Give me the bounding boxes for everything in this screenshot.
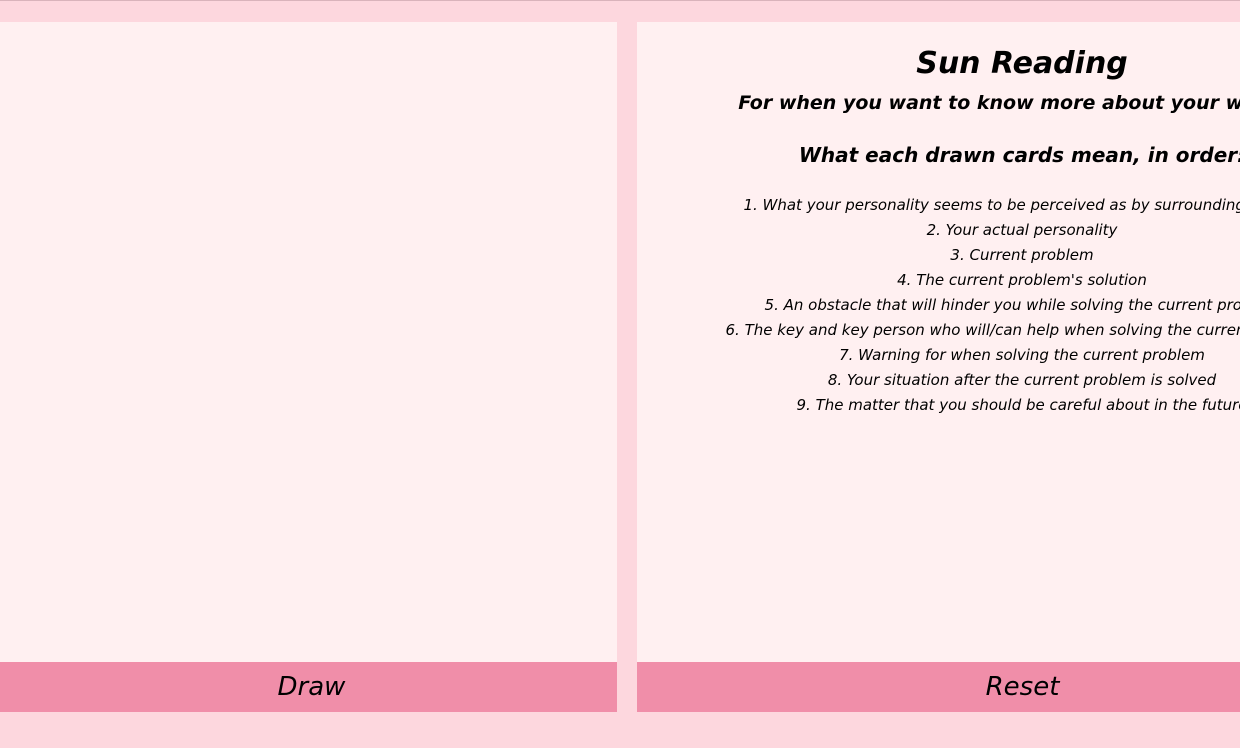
card-meaning-heading: What each drawn cards mean, in order: [798,143,1240,167]
card-meaning-item: 1. What your personality seems to be per… [743,196,1240,214]
reset-button[interactable]: Reset [637,662,1240,712]
card-meaning-item: 9. The matter that you should be careful… [796,396,1240,414]
card-meaning-item: 5. An obstacle that will hinder you whil… [764,296,1240,314]
card-meaning-item: 3. Current problem [950,246,1094,264]
page-title: Sun Reading [916,46,1128,81]
card-meaning-item: 7. Warning for when solving the current … [839,346,1205,364]
card-draw-area [0,22,617,662]
reset-button-label: Reset [985,672,1060,702]
draw-button-label: Draw [277,672,346,702]
card-meaning-list: 1. What your personality seems to be per… [637,193,1240,418]
card-meaning-item: 2. Your actual personality [926,221,1118,239]
card-meaning-item: 4. The current problem's solution [897,271,1147,289]
card-meaning-item: 6. The key and key person who will/can h… [725,321,1240,339]
draw-button[interactable]: Draw [0,662,617,712]
reading-info-panel: Sun Reading For when you want to know mo… [637,22,1240,662]
card-meaning-item: 8. Your situation after the current prob… [827,371,1217,389]
top-border-line [0,0,1240,1]
page-subtitle: For when you want to know more about you… [738,92,1240,114]
